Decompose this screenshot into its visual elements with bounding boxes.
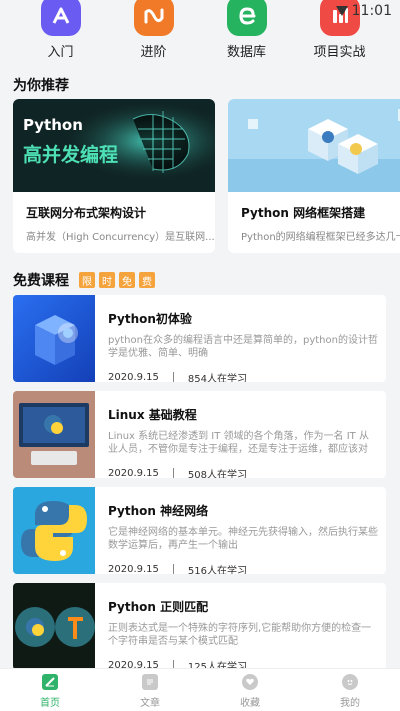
course-thumbnail: [13, 295, 95, 382]
course-date: 2020.9.15: [108, 372, 159, 382]
promo-tag: 免: [119, 272, 135, 288]
course-title: Python初体验: [108, 312, 192, 326]
recommend-card[interactable]: Python 网络框架搭建 Python的网络编程框架已经多达几十: [228, 99, 400, 253]
course-item[interactable]: Python初体验 python在众多的编程语言中还是算简单的，python的设…: [13, 295, 386, 382]
free-courses-header: 免费课程 限 时 免 费: [13, 270, 155, 290]
course-item[interactable]: Linux 基础教程 Linux 系统已经渗透到 IT 领域的各个角落，作为一名…: [13, 391, 386, 478]
database-icon: [226, 0, 267, 36]
course-item[interactable]: Python 正则匹配 正则表达式是一个特殊的字符序列,它能帮助你方便的检查一个…: [13, 583, 386, 670]
banner-line2: 高并发编程: [23, 144, 119, 166]
recommend-card-desc: Python的网络编程框架已经多达几十: [241, 232, 400, 243]
wifi-icon: [335, 6, 348, 16]
wave-icon: [133, 0, 174, 36]
divider: [172, 468, 174, 478]
course-learners: 854人在学习: [187, 374, 247, 382]
course-learners: 508人在学习: [187, 470, 247, 478]
course-item[interactable]: Python 神经网络 它是神经网络的基本单元。神经元先获得输入，然后执行某些数…: [13, 487, 386, 574]
status-bar: 11:01: [335, 0, 392, 22]
course-desc: 正则表达式是一个特殊的字符序列,它能帮助你方便的检查一个字符串是否与某个模式匹配: [108, 623, 372, 647]
course-title: Python 神经网络: [108, 504, 209, 518]
course-learners: 516人在学习: [187, 566, 247, 574]
recommend-banner: [228, 99, 400, 192]
category-label: 项目实战: [313, 45, 366, 60]
category-advanced[interactable]: 进阶: [114, 0, 194, 66]
home-edit-icon: [42, 674, 58, 690]
promo-tag: 费: [139, 272, 155, 288]
recommend-card-desc: 高并发（High Concurrency）是互联网...: [26, 232, 215, 243]
recommend-card-title: 互联网分布式架构设计: [26, 206, 147, 220]
course-date: 2020.9.15: [108, 468, 159, 478]
nav-favorites[interactable]: 收藏: [200, 669, 300, 711]
recommend-carousel[interactable]: Python 高并发编程 互联网分布式架构设计 高并发（High Concurr…: [13, 99, 400, 254]
course-title: Linux 基础教程: [108, 408, 197, 422]
banner-line1: Python: [23, 116, 83, 134]
article-icon: [142, 674, 158, 690]
nav-label: 文章: [140, 698, 160, 709]
nav-articles[interactable]: 文章: [100, 669, 200, 711]
course-title: Python 正则匹配: [108, 600, 209, 614]
nav-label: 收藏: [240, 698, 260, 709]
profile-face-icon: [342, 674, 358, 690]
promo-tag: 时: [99, 272, 115, 288]
divider: [172, 372, 174, 382]
free-courses-title: 免费课程: [13, 273, 69, 289]
course-thumbnail: [13, 487, 95, 574]
nav-label: 我的: [340, 698, 360, 709]
book-a-icon: [40, 0, 81, 36]
promo-tag: 限: [79, 272, 95, 288]
category-beginner[interactable]: 入门: [21, 0, 101, 66]
divider: [172, 564, 174, 574]
category-label: 进阶: [140, 45, 167, 60]
nav-label: 首页: [40, 698, 60, 709]
status-time: 11:01: [351, 3, 392, 19]
course-date: 2020.9.15: [108, 564, 159, 574]
category-database[interactable]: 数据库: [207, 0, 287, 66]
recommend-title: 为你推荐: [13, 78, 69, 94]
recommend-card[interactable]: Python 高并发编程 互联网分布式架构设计 高并发（High Concurr…: [13, 99, 215, 253]
recommend-banner: Python 高并发编程: [13, 99, 215, 192]
course-thumbnail: [13, 583, 95, 670]
category-label: 数据库: [226, 45, 266, 60]
category-label: 入门: [47, 45, 74, 60]
course-desc: 它是神经网络的基本单元。神经元先获得输入，然后执行某些数学运算后，再产生一个输出: [108, 527, 378, 551]
recommend-card-title: Python 网络框架搭建: [241, 206, 366, 220]
course-desc: python在众多的编程语言中还是算简单的，python的设计哲学是优雅、简单、…: [108, 335, 378, 359]
course-thumbnail: [13, 391, 95, 478]
course-desc: Linux 系统已经渗透到 IT 领域的各个角落，作为一名 IT 从业人员，不管…: [108, 431, 369, 455]
bottom-nav: 首页 文章 收藏 我的: [0, 668, 400, 711]
nav-profile[interactable]: 我的: [300, 669, 400, 711]
nav-home[interactable]: 首页: [0, 669, 100, 711]
heart-icon: [242, 674, 258, 690]
